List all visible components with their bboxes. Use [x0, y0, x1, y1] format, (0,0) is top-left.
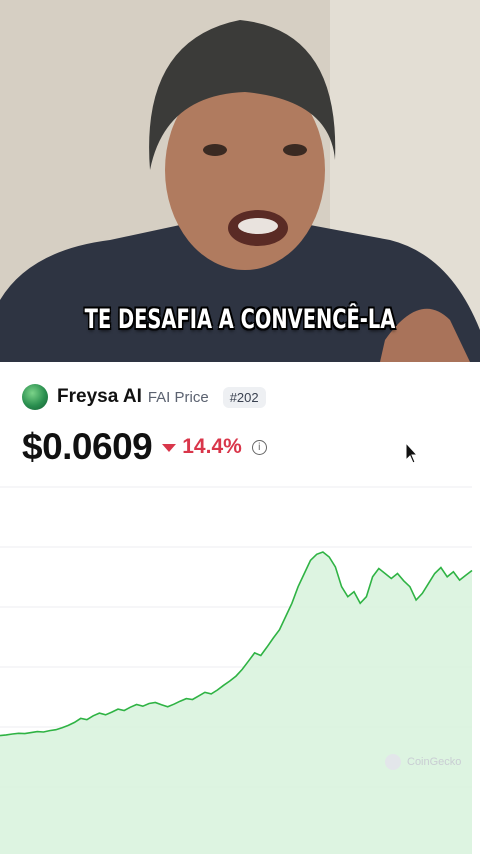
- coin-price-label: FAI Price: [147, 388, 209, 406]
- video-caption: TE DESAFIA A CONVENCÊ-LA: [84, 304, 396, 335]
- rank-badge: #202: [222, 386, 266, 408]
- current-price: $0.0609: [22, 426, 153, 467]
- price-change-value: 14.4%: [182, 435, 242, 458]
- webcam-video: TE DESAFIA A CONVENCÊ-LA: [0, 0, 480, 362]
- info-icon[interactable]: i: [251, 439, 267, 455]
- coin-header: Freysa AI FAI Price #202: [22, 382, 266, 412]
- coingecko-logo-icon: [385, 754, 401, 770]
- chart-watermark: CoinGecko: [385, 754, 461, 770]
- price-change: 14.4%: [162, 435, 242, 459]
- coin-logo-icon: [22, 384, 48, 410]
- watermark-text: CoinGecko: [407, 756, 462, 768]
- price-chart[interactable]: [0, 482, 480, 854]
- price-row: $0.0609 14.4% i: [22, 426, 267, 468]
- chart-area-fill: [0, 552, 472, 854]
- coin-price-card: Freysa AI FAI Price #202 $0.0609 14.4% i…: [0, 362, 480, 854]
- down-triangle-icon: [162, 444, 177, 452]
- coin-name[interactable]: Freysa AI: [57, 386, 142, 408]
- mouse-cursor-icon: [405, 442, 419, 464]
